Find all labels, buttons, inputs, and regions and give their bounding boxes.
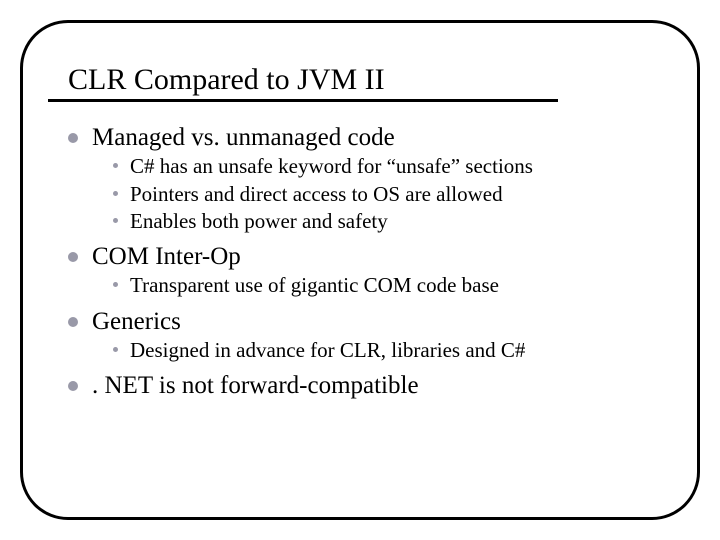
list-item: COM Inter-Op	[68, 241, 677, 272]
slide-title: CLR Compared to JVM II	[68, 63, 677, 97]
list-item: Transparent use of gigantic COM code bas…	[113, 272, 677, 299]
bullet-icon	[68, 133, 78, 143]
list-item: Managed vs. unmanaged code	[68, 122, 677, 153]
bullet-text: COM Inter-Op	[92, 241, 241, 272]
bullet-text: Designed in advance for CLR, libraries a…	[130, 337, 525, 364]
list-item: C# has an unsafe keyword for “unsafe” se…	[113, 153, 677, 180]
bullet-list: Managed vs. unmanaged code C# has an uns…	[68, 122, 677, 401]
bullet-text: Transparent use of gigantic COM code bas…	[130, 272, 499, 299]
bullet-text: Managed vs. unmanaged code	[92, 122, 395, 153]
title-underline	[48, 99, 558, 102]
sub-list: Designed in advance for CLR, libraries a…	[113, 337, 677, 364]
bullet-text: . NET is not forward-compatible	[92, 370, 419, 401]
bullet-icon	[113, 163, 118, 168]
sub-list: C# has an unsafe keyword for “unsafe” se…	[113, 153, 677, 235]
bullet-icon	[68, 252, 78, 262]
bullet-text: Generics	[92, 306, 181, 337]
bullet-icon	[68, 381, 78, 391]
list-item: . NET is not forward-compatible	[68, 370, 677, 401]
bullet-icon	[68, 317, 78, 327]
bullet-icon	[113, 191, 118, 196]
bullet-text: Enables both power and safety	[130, 208, 388, 235]
sub-list: Transparent use of gigantic COM code bas…	[113, 272, 677, 299]
list-item: Designed in advance for CLR, libraries a…	[113, 337, 677, 364]
slide-frame: CLR Compared to JVM II Managed vs. unman…	[20, 20, 700, 520]
list-item: Enables both power and safety	[113, 208, 677, 235]
bullet-icon	[113, 282, 118, 287]
list-item: Pointers and direct access to OS are all…	[113, 181, 677, 208]
list-item: Generics	[68, 306, 677, 337]
bullet-text: C# has an unsafe keyword for “unsafe” se…	[130, 153, 533, 180]
bullet-icon	[113, 347, 118, 352]
bullet-icon	[113, 218, 118, 223]
bullet-text: Pointers and direct access to OS are all…	[130, 181, 503, 208]
